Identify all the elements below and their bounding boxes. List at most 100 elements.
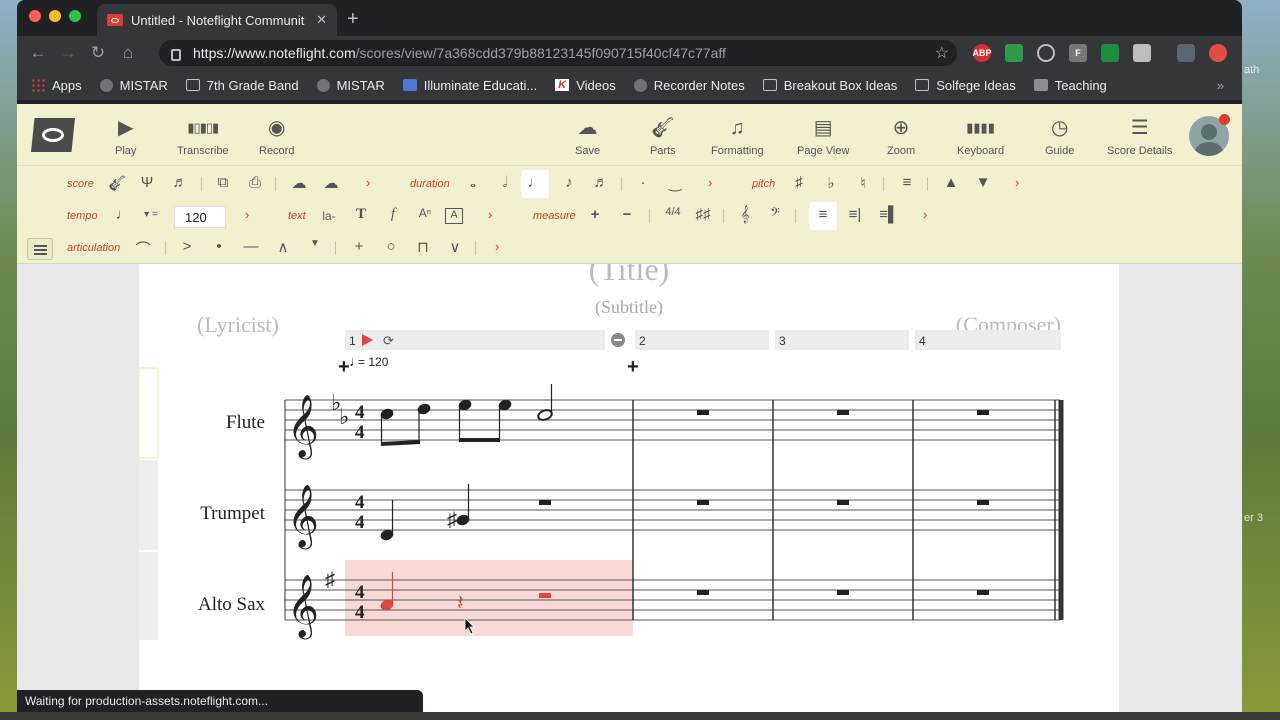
record-button[interactable]: ◉ Record xyxy=(259,116,294,157)
close-tab-icon[interactable]: ✕ xyxy=(316,12,327,28)
guide-button[interactable]: ◷ Guide xyxy=(1045,116,1074,157)
noteflight-logo[interactable] xyxy=(31,118,75,152)
minimize-window-button[interactable] xyxy=(49,10,61,22)
time-signature-icon[interactable]: 4/4 xyxy=(663,206,683,218)
sharp-icon[interactable]: ♯ xyxy=(789,174,809,191)
home-icon[interactable]: ⌂ xyxy=(113,43,143,63)
bookmark-mistar[interactable]: MISTAR xyxy=(99,78,168,93)
bookmark-star-icon[interactable]: ☆ xyxy=(935,43,949,63)
power-extension-icon[interactable] xyxy=(1037,44,1055,62)
half-note-icon[interactable]: 𝅗𝅥 xyxy=(495,174,515,191)
natural-icon[interactable]: ♮ xyxy=(853,174,873,192)
back-arrow-icon[interactable]: ← xyxy=(23,43,53,63)
score-title[interactable]: (Title) xyxy=(589,251,670,287)
adblock-extension-icon[interactable]: ABP xyxy=(973,44,992,62)
classroom-extension-icon[interactable] xyxy=(1005,44,1023,62)
print-icon[interactable]: ⎙ xyxy=(245,174,265,191)
remove-measure-icon[interactable]: − xyxy=(617,206,637,223)
bass-clef-icon[interactable]: 𝄢 xyxy=(765,206,785,223)
zoom-button[interactable]: ⊕ Zoom xyxy=(887,116,915,157)
add-plus-icon[interactable]: + xyxy=(627,356,639,378)
flute-notes[interactable] xyxy=(380,384,553,446)
update-icon[interactable] xyxy=(1209,44,1227,62)
new-tab-icon[interactable]: + xyxy=(347,8,359,31)
palette-menu-button[interactable] xyxy=(27,238,53,260)
key-signature-icon[interactable]: ♯♯ xyxy=(693,206,713,223)
cloud-download-icon[interactable]: ☁ xyxy=(321,174,341,192)
final-barline-icon[interactable]: ≡▌ xyxy=(879,206,899,223)
marcato-icon[interactable]: ∧ xyxy=(273,238,293,256)
sixteenth-note-icon[interactable]: ♬ xyxy=(591,174,611,191)
dynamics-icon[interactable]: f xyxy=(383,206,403,223)
quarter-rest-selected[interactable]: 𝄽 xyxy=(457,590,464,615)
part-handle-trumpet[interactable] xyxy=(139,460,158,550)
play-button[interactable]: ▶ Play xyxy=(115,116,136,157)
save-button[interactable]: ☁ Save xyxy=(575,116,600,157)
bookmark-apps[interactable]: Apps xyxy=(31,78,82,93)
parts-button[interactable]: 🎸︎ Parts xyxy=(650,116,676,157)
bookmark-videos[interactable]: K Videos xyxy=(555,78,616,93)
part-handle-altosax[interactable] xyxy=(139,552,158,640)
up-bow-icon[interactable]: ∨ xyxy=(445,238,465,256)
bookmark-illuminate[interactable]: Illuminate Educati... xyxy=(402,78,537,93)
add-plus-icon[interactable]: + xyxy=(338,356,350,378)
part-handle-flute[interactable] xyxy=(138,367,159,459)
down-bow-icon[interactable]: ⊓ xyxy=(413,238,433,256)
reload-icon[interactable]: ↻ xyxy=(83,43,113,63)
slur-icon[interactable]: ⌒ xyxy=(133,238,153,259)
whole-note-icon[interactable]: 𝅝 xyxy=(463,174,483,191)
eighth-note-icon[interactable]: ♪ xyxy=(559,174,579,191)
more-bookmarks-icon[interactable]: » xyxy=(1217,78,1224,93)
instrument-name-trumpet[interactable]: Trumpet xyxy=(200,503,265,524)
address-bar[interactable]: https://www.noteflight.com /scores/view/… xyxy=(159,40,957,66)
staff-icon[interactable]: ♬ xyxy=(170,174,190,191)
tie-icon[interactable]: ‿ xyxy=(665,174,685,192)
whole-rests[interactable] xyxy=(697,410,989,595)
expand-duration-icon[interactable]: › xyxy=(708,175,712,190)
treble-clef-icon[interactable]: 𝄞 xyxy=(735,206,755,223)
measure-bar-2[interactable] xyxy=(635,330,769,350)
pitch-staff-icon[interactable]: ≡ xyxy=(897,174,917,191)
add-measure-icon[interactable]: + xyxy=(585,206,605,223)
text-icon[interactable]: T xyxy=(351,206,371,223)
bookmark-7th-grade-band[interactable]: 7th Grade Band xyxy=(185,78,299,93)
pitch-down-icon[interactable]: ▼ xyxy=(973,174,993,191)
tempo-mark[interactable]: = 120 xyxy=(358,355,389,369)
measure-bar-3[interactable] xyxy=(775,330,909,350)
profile-icon[interactable] xyxy=(1177,44,1195,62)
expand-text-icon[interactable]: › xyxy=(488,207,492,222)
staccato-icon[interactable]: • xyxy=(209,238,229,255)
score-details-button[interactable]: ☰ Score Details xyxy=(1107,116,1172,157)
measure-bar-4[interactable] xyxy=(915,330,1061,350)
score-lyricist[interactable]: (Lyricist) xyxy=(197,312,279,337)
single-barline-icon[interactable]: ≡ xyxy=(813,206,833,223)
f-extension-icon[interactable]: F xyxy=(1069,44,1087,62)
maximize-window-button[interactable] xyxy=(69,10,81,22)
double-barline-icon[interactable]: ≡| xyxy=(845,206,865,223)
rehearsal-mark-icon[interactable]: A xyxy=(445,208,463,224)
mail-extension-icon[interactable] xyxy=(1133,44,1151,62)
expand-tempo-icon[interactable]: › xyxy=(245,207,249,222)
trumpet-notes[interactable]: ♯ xyxy=(380,484,551,541)
flat-icon[interactable]: ♭ xyxy=(821,174,841,192)
chord-icon[interactable]: Aⁿ xyxy=(415,206,435,220)
bookmark-recorder-notes[interactable]: Recorder Notes xyxy=(633,78,745,93)
cast-extension-icon[interactable] xyxy=(1101,44,1119,62)
keyboard-button[interactable]: ▮▮▮▮ Keyboard xyxy=(957,116,1004,157)
staccatissimo-icon[interactable]: ▼ xyxy=(305,238,325,249)
bookmark-mistar-2[interactable]: MISTAR xyxy=(316,78,385,93)
pitch-up-icon[interactable]: ▲ xyxy=(941,174,961,191)
quarter-note-icon[interactable]: ♩ xyxy=(525,174,545,191)
browser-tab[interactable]: Untitled - Noteflight Communit ✕ xyxy=(97,4,337,36)
lyrics-button[interactable]: la- xyxy=(319,209,339,223)
score-subtitle[interactable]: (Subtitle) xyxy=(595,297,663,318)
loop-icon[interactable]: ⟳ xyxy=(383,333,394,348)
instrument-name-flute[interactable]: Flute xyxy=(226,412,265,433)
expand-articulation-icon[interactable]: › xyxy=(495,239,499,254)
transcribe-button[interactable]: ▮▯▮▯▮ Transcribe xyxy=(177,116,229,157)
cloud-upload-icon[interactable]: ☁ xyxy=(289,174,309,192)
expand-measure-icon[interactable]: › xyxy=(923,207,927,222)
page-view-button[interactable]: ▤ Page View xyxy=(797,116,849,157)
tempo-input[interactable]: 120 xyxy=(174,206,226,228)
accent-icon[interactable]: > xyxy=(177,238,197,255)
